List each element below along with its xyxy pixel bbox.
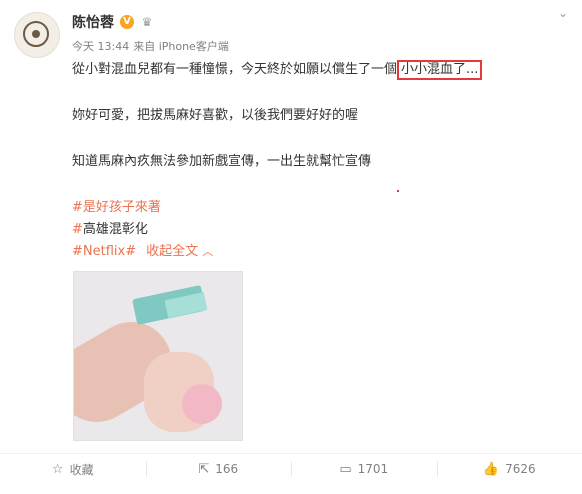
post-meta: 今天 13:44 来自 iPhone客户端 <box>72 38 229 54</box>
comment-count: 1701 <box>357 462 389 476</box>
collapse-label: 收起全文 <box>146 244 199 259</box>
repost-icon: ⇱ <box>198 461 210 477</box>
hashtag-2-text: 高雄混彰化 <box>82 222 148 237</box>
avatar[interactable] <box>14 12 60 58</box>
hashtag-link-netflix[interactable]: #Netflix# <box>72 242 136 262</box>
verified-badge-icon: V <box>120 15 134 29</box>
hashtag-row-3: #Netflix# 收起全文 ︿ <box>72 242 213 262</box>
repost-count: 166 <box>215 462 239 476</box>
star-icon: ☆ <box>51 461 64 477</box>
hashtag-2-hash: # <box>72 222 83 237</box>
hashtag-2: #高雄混彰化 <box>72 220 148 240</box>
post-image[interactable] <box>73 271 243 441</box>
like-count: 7626 <box>505 462 536 476</box>
post-text-line-3: 知道馬麻內疚無法參加新戲宣傳，一出生就幫忙宣傳 <box>72 154 372 169</box>
like-button[interactable]: 👍 7626 <box>436 454 582 484</box>
crown-icon[interactable]: ♛ <box>140 15 154 29</box>
post-text-line-2: 妳好可愛，把拔馬麻好喜歡，以後我們要好好的喔 <box>72 108 359 123</box>
chevron-down-icon[interactable]: ⌄ <box>558 6 568 20</box>
comment-icon: ▭ <box>339 461 352 477</box>
post-source: 来自 iPhone客户端 <box>133 40 229 53</box>
highlighted-text: 小小混血了... <box>397 60 483 80</box>
comment-button[interactable]: ▭ 1701 <box>291 454 437 484</box>
favorite-label: 收藏 <box>69 462 94 477</box>
thumbs-up-icon: 👍 <box>482 461 500 477</box>
pink-blanket <box>182 384 222 424</box>
favorite-button[interactable]: ☆ 收藏 <box>0 454 146 484</box>
post-time[interactable]: 今天 13:44 <box>72 38 129 54</box>
chevron-up-icon: ︿ <box>202 245 214 258</box>
author-name[interactable]: 陈怡蓉 <box>72 12 114 32</box>
author-row: 陈怡蓉 V ♛ <box>72 12 154 32</box>
stray-dot <box>397 190 399 192</box>
post-text-line-1: 從小對混血兒都有一種憧憬，今天終於如願以償生了一個 小小混血了... <box>72 60 483 80</box>
avatar-dot <box>32 30 40 38</box>
action-bar: ☆ 收藏 ⇱ 166 ▭ 1701 👍 7626 <box>0 453 582 484</box>
collapse-text-button[interactable]: 收起全文 ︿ <box>146 242 213 262</box>
line1-prefix: 從小對混血兒都有一種憧憬，今天終於如願以償生了一個 <box>72 62 398 77</box>
hashtag-link-1[interactable]: #是好孩子來著 <box>72 198 161 218</box>
repost-button[interactable]: ⇱ 166 <box>145 454 292 484</box>
